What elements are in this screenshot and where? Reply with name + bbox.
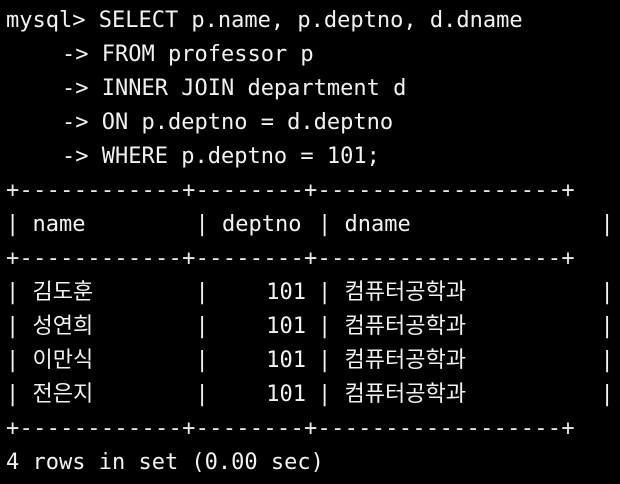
continuation-prompt: -> — [62, 144, 102, 169]
table-border-top: +------------+--------+-----------------… — [6, 178, 575, 203]
query-text: SELECT p.name, p.deptno, d.dname — [98, 8, 523, 33]
result-summary: 4 rows in set (0.00 sec) — [6, 450, 324, 475]
mysql-prompt: mysql> — [6, 8, 99, 33]
table-row: | 이만식 | 101 | 컴퓨터공학과 | — [6, 344, 620, 378]
continuation-prompt: -> — [62, 110, 102, 135]
continuation-prompt: -> — [62, 42, 102, 67]
table-border-bottom: +------------+--------+-----------------… — [6, 416, 575, 441]
table-border-middle: +------------+--------+-----------------… — [6, 246, 575, 271]
cell-name: 이만식 — [32, 348, 94, 373]
cell-dname: 컴퓨터공학과 — [344, 382, 466, 407]
table-header-row: | name | deptno | dname | — [6, 208, 620, 242]
cell-name: 김도훈 — [32, 280, 94, 305]
table-row: | 김도훈 | 101 | 컴퓨터공학과 | — [6, 276, 620, 310]
query-line-5: -> WHERE p.deptno = 101; — [6, 140, 620, 174]
continuation-prompt: -> — [62, 76, 102, 101]
cell-dname: 컴퓨터공학과 — [344, 314, 466, 339]
cell-dname: 컴퓨터공학과 — [344, 280, 466, 305]
cell-deptno: 101 — [266, 280, 306, 305]
cell-name: 성연희 — [32, 314, 94, 339]
cell-deptno: 101 — [266, 348, 306, 373]
column-header-deptno: deptno — [222, 212, 302, 237]
cell-name: 전은지 — [32, 382, 94, 407]
query-line-1: mysql> SELECT p.name, p.deptno, d.dname — [6, 4, 620, 38]
cell-deptno: 101 — [266, 382, 306, 407]
query-text: ON p.deptno = d.deptno — [101, 110, 394, 135]
query-line-2: -> FROM professor p — [6, 38, 620, 72]
query-text: INNER JOIN department d — [101, 76, 407, 101]
column-header-name: name — [32, 212, 86, 237]
column-header-dname: dname — [344, 212, 411, 237]
query-line-4: -> ON p.deptno = d.deptno — [6, 106, 620, 140]
terminal-window[interactable]: mysql> SELECT p.name, p.deptno, d.dname … — [0, 0, 620, 484]
table-row: | 전은지 | 101 | 컴퓨터공학과 | — [6, 378, 620, 412]
query-line-3: -> INNER JOIN department d — [6, 72, 620, 106]
cell-dname: 컴퓨터공학과 — [344, 348, 466, 373]
query-text: FROM professor p — [101, 42, 314, 67]
table-row: | 성연희 | 101 | 컴퓨터공학과 | — [6, 310, 620, 344]
query-text: WHERE p.deptno = 101; — [101, 144, 380, 169]
cell-deptno: 101 — [266, 314, 306, 339]
